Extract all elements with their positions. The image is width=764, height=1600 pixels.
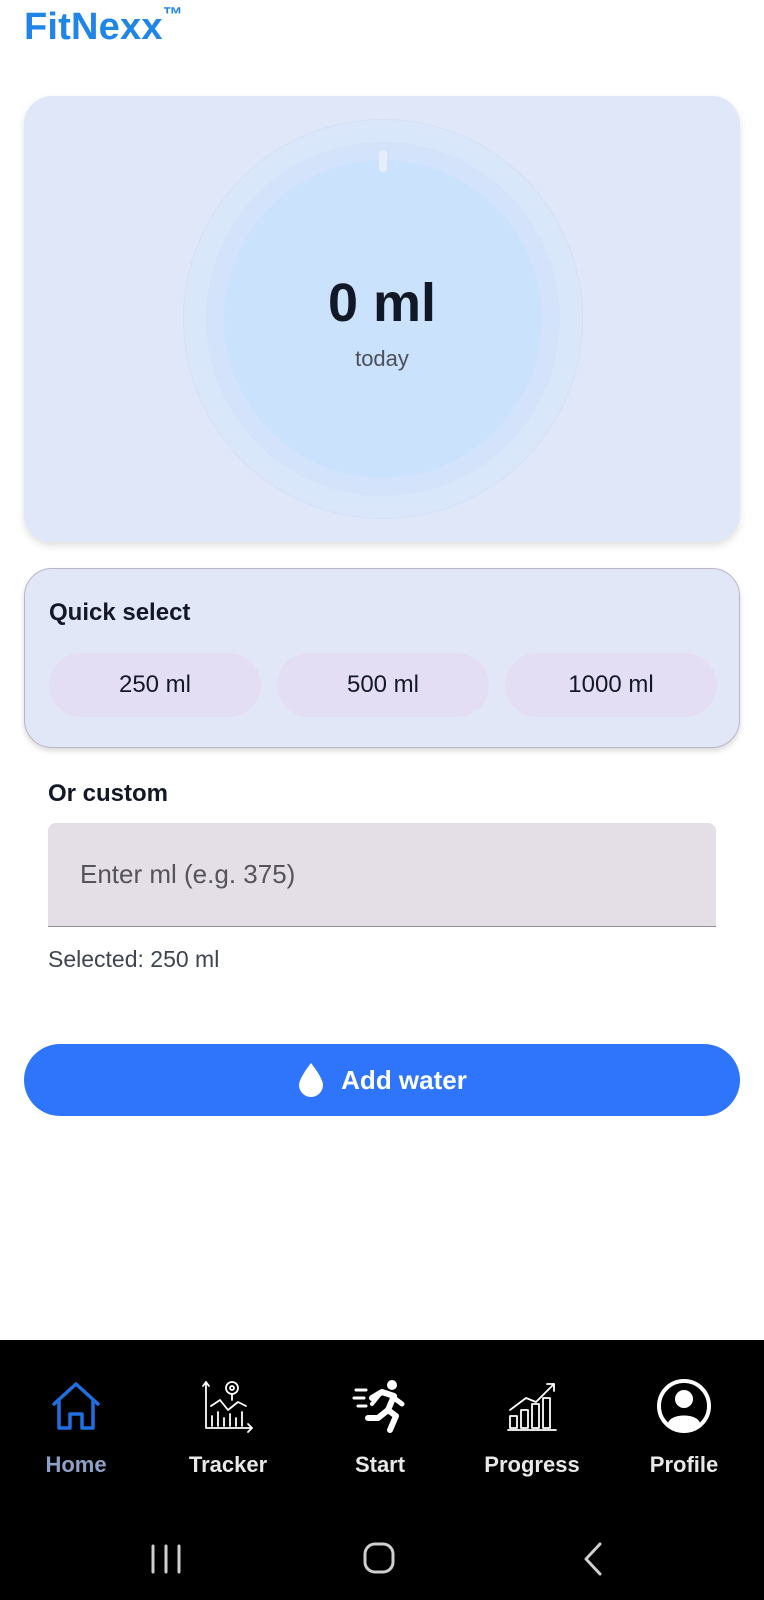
back-icon[interactable] bbox=[564, 1534, 624, 1584]
add-water-label: Add water bbox=[341, 1064, 467, 1095]
add-water-button[interactable]: Add water bbox=[24, 1044, 740, 1116]
trademark-mark: ™ bbox=[162, 4, 183, 27]
water-intake-card: 0 ml today bbox=[24, 96, 740, 542]
app-brand: FitNexx™ bbox=[24, 4, 183, 49]
quick-select-card: Quick select 250 ml 500 ml 1000 ml bbox=[24, 568, 740, 748]
running-person-icon bbox=[352, 1380, 405, 1433]
nav-item-home[interactable]: Home bbox=[0, 1340, 152, 1518]
profile-icon bbox=[657, 1379, 711, 1433]
recents-icon[interactable] bbox=[136, 1534, 196, 1584]
custom-amount-input[interactable] bbox=[48, 823, 716, 927]
nav-item-tracker[interactable]: Tracker bbox=[152, 1340, 304, 1518]
nav-item-profile[interactable]: Profile bbox=[608, 1340, 760, 1518]
custom-amount-title: Or custom bbox=[48, 780, 169, 807]
quick-select-title: Quick select bbox=[49, 599, 191, 626]
app-screen: FitNexx™ 0 ml today Quick select 250 ml … bbox=[0, 0, 764, 1600]
brand-name: FitNexx bbox=[24, 6, 163, 48]
nav-item-start[interactable]: Start bbox=[304, 1340, 456, 1518]
nav-label-home: Home bbox=[45, 1452, 107, 1477]
selected-amount-text: Selected: 250 ml bbox=[48, 946, 220, 972]
bottom-navigation: Home Tracker Start Progress Profile bbox=[0, 1340, 764, 1518]
nav-label-progress: Progress bbox=[484, 1452, 580, 1477]
nav-item-progress[interactable]: Progress bbox=[456, 1340, 608, 1518]
quick-select-1000-button[interactable]: 1000 ml bbox=[505, 653, 717, 717]
intake-amount: 0 ml bbox=[327, 273, 437, 333]
nav-label-tracker: Tracker bbox=[188, 1452, 268, 1477]
system-home-icon[interactable] bbox=[349, 1534, 409, 1584]
tracker-chart-icon bbox=[202, 1381, 253, 1433]
quick-select-250-button[interactable]: 250 ml bbox=[49, 653, 261, 717]
water-drop-icon bbox=[299, 1063, 324, 1097]
quick-select-500-button[interactable]: 500 ml bbox=[277, 653, 489, 717]
progress-ring-start-marker bbox=[379, 150, 387, 172]
system-navigation-bar bbox=[0, 1518, 764, 1600]
bar-chart-icon bbox=[507, 1383, 557, 1431]
nav-label-start: Start bbox=[354, 1452, 406, 1477]
intake-period: today bbox=[355, 346, 409, 371]
home-icon bbox=[52, 1382, 100, 1430]
nav-label-profile: Profile bbox=[649, 1452, 719, 1477]
